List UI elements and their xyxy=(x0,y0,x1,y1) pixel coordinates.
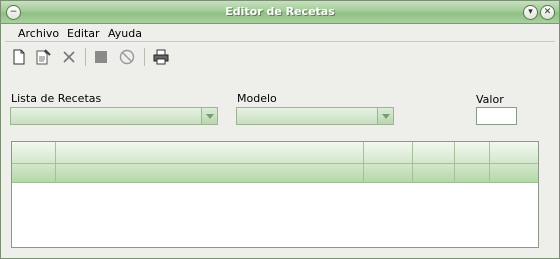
cancel-icon[interactable] xyxy=(117,47,137,67)
column-divider xyxy=(363,142,364,183)
menu-editar[interactable]: Editar xyxy=(67,27,100,40)
toolbar-separator xyxy=(144,48,145,66)
column-divider xyxy=(55,142,56,183)
valor-field[interactable] xyxy=(476,107,517,125)
new-document-icon[interactable] xyxy=(9,47,29,67)
edit-document-icon[interactable] xyxy=(33,47,53,67)
window-title: Editor de Recetas xyxy=(225,5,335,18)
column-divider xyxy=(412,142,413,183)
toolbar xyxy=(9,47,209,69)
table-header xyxy=(12,142,538,164)
title-bar[interactable]: − Editor de Recetas ▾ ✕ xyxy=(1,1,559,24)
chevron-down-icon[interactable] xyxy=(201,108,217,124)
column-divider xyxy=(489,142,490,183)
chevron-down-icon[interactable] xyxy=(377,108,393,124)
print-icon[interactable] xyxy=(151,47,171,67)
delete-icon[interactable] xyxy=(59,47,79,67)
editor-window: − Editor de Recetas ▾ ✕ Archivo Editar A… xyxy=(0,0,560,259)
modelo-combobox[interactable] xyxy=(236,107,394,125)
table-row[interactable] xyxy=(12,164,538,183)
menu-bar: Archivo Editar Ayuda xyxy=(5,25,555,42)
menu-ayuda[interactable]: Ayuda xyxy=(108,27,142,40)
recetas-combobox[interactable] xyxy=(10,107,218,125)
recetas-label: Lista de Recetas xyxy=(11,92,102,105)
toolbar-separator xyxy=(85,48,86,66)
column-divider xyxy=(454,142,455,183)
menu-archivo[interactable]: Archivo xyxy=(18,27,59,40)
close-icon[interactable]: ✕ xyxy=(540,5,555,20)
modelo-label: Modelo xyxy=(237,92,277,105)
stop-icon[interactable] xyxy=(91,47,111,67)
valor-label: Valor xyxy=(476,93,504,106)
recipe-table[interactable] xyxy=(11,141,539,248)
minimize-icon[interactable]: ▾ xyxy=(523,5,538,20)
